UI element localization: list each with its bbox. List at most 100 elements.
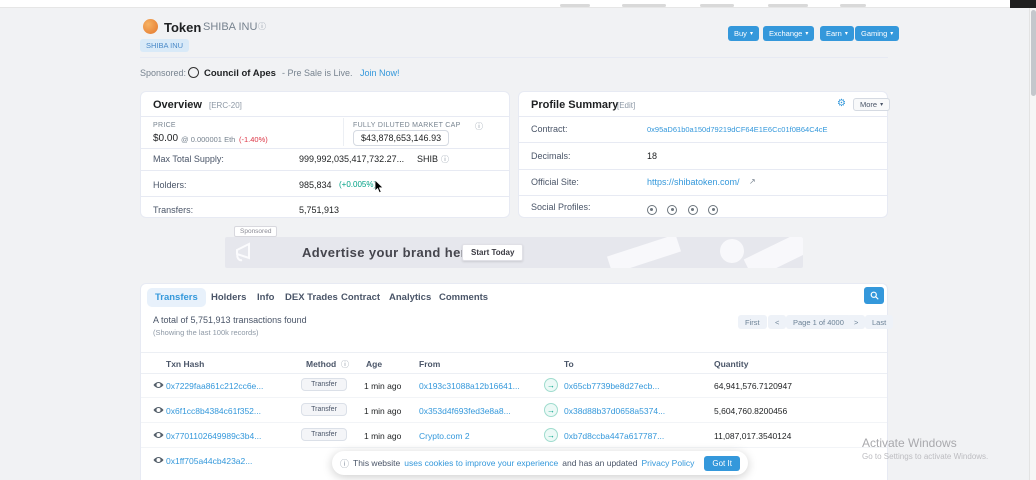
divider <box>343 118 344 146</box>
scrollbar-thumb[interactable] <box>1031 10 1036 96</box>
results-summary: A total of 5,751,913 transactions found <box>153 315 307 325</box>
method-badge: Transfer <box>301 428 347 441</box>
decimals-label: Decimals: <box>531 151 571 161</box>
price-value: $0.00 <box>153 133 178 144</box>
divider <box>519 142 887 143</box>
transfers-label: Transfers: <box>153 205 193 215</box>
holders-change: (+0.005%) <box>339 180 376 189</box>
to-address-link[interactable]: 0x38d88b37d0658a5374... <box>564 406 682 416</box>
tab-comments[interactable]: Comments <box>431 288 496 307</box>
divider <box>141 148 509 149</box>
to-address-link[interactable]: 0x65cb7739be8d27ecb... <box>564 381 682 391</box>
social-icon-1[interactable] <box>647 205 657 215</box>
social-icons-group <box>647 202 724 220</box>
transfers-value: 5,751,913 <box>299 205 339 215</box>
eye-icon[interactable] <box>153 431 164 439</box>
divider <box>141 196 509 197</box>
join-now-link[interactable]: Join Now! <box>360 68 400 78</box>
overview-title: Overview <box>153 99 202 111</box>
info-icon[interactable]: ⓘ <box>441 154 449 165</box>
ad-cta-button[interactable]: Start Today <box>462 244 523 261</box>
col-age[interactable]: Age <box>366 359 382 369</box>
tab-transfers[interactable]: Transfers <box>147 288 206 307</box>
cookie-link[interactable]: uses cookies to improve your experience <box>404 458 558 468</box>
from-address-link[interactable]: 0x353d4f693fed3e8a8... <box>419 406 537 416</box>
ad-banner[interactable]: Advertise your brand here! Start Today <box>225 237 803 268</box>
buy-button[interactable]: Buy ▾ <box>728 26 759 41</box>
chevron-down-icon: ▾ <box>805 30 808 37</box>
search-button[interactable] <box>864 287 884 304</box>
pagination-last[interactable]: Last <box>865 315 893 329</box>
method-badge: Transfer <box>301 378 347 391</box>
nav-remnant <box>840 4 866 7</box>
eye-icon[interactable] <box>153 381 164 389</box>
privacy-policy-link[interactable]: Privacy Policy <box>641 458 694 468</box>
age-value: 1 min ago <box>364 431 401 441</box>
more-button[interactable]: More ▾ <box>853 98 890 111</box>
info-icon: ⓘ <box>340 457 349 470</box>
exchange-button[interactable]: Exchange ▾ <box>763 26 814 41</box>
advertiser-name: Council of Apes <box>204 68 276 79</box>
from-address-link[interactable]: 0x193c31088a12b16641... <box>419 381 537 391</box>
social-icon-3[interactable] <box>688 205 698 215</box>
pagination-next[interactable]: > <box>847 315 865 329</box>
pagination-prev[interactable]: < <box>768 315 786 329</box>
buy-button-label: Buy <box>734 29 747 38</box>
divider <box>519 169 887 170</box>
direction-arrow-icon: → <box>544 378 558 392</box>
max-supply-label: Max Total Supply: <box>153 154 224 164</box>
quantity-value: 11,087,017.3540124 <box>714 431 791 441</box>
info-icon[interactable]: ⓘ <box>258 21 266 32</box>
to-address-link[interactable]: 0xb7d8ccba447a617787... <box>564 431 682 441</box>
gear-icon[interactable]: ⚙ <box>837 98 846 109</box>
holders-value: 985,834 <box>299 180 332 190</box>
col-from: From <box>419 359 440 369</box>
col-to: To <box>564 359 574 369</box>
eye-icon[interactable] <box>153 406 164 414</box>
header-divider <box>140 57 888 58</box>
got-it-button[interactable]: Got It <box>704 456 740 471</box>
contract-address-link[interactable]: 0x95aD61b0a150d79219dCF64E1E6Cc01f0B64C4… <box>647 125 879 134</box>
txn-hash-link[interactable]: 0x6f1cc8b4384c61f352... <box>166 406 284 416</box>
nav-remnant <box>560 4 590 7</box>
cookie-text-middle: and has an updated <box>562 458 637 468</box>
fdmc-value: $43,878,653,146.93 <box>353 130 449 146</box>
table-row: 0x7701102649989c3b4... Transfer 1 min ag… <box>141 423 887 448</box>
tab-contract[interactable]: Contract <box>333 288 388 307</box>
ad-decor-circle <box>720 239 744 263</box>
txn-hash-link[interactable]: 0x7229faa861c212cc6e... <box>166 381 284 391</box>
ad-headline: Advertise your brand here! <box>302 245 479 260</box>
txn-hash-link[interactable]: 0x1ff705a44cb423a2... <box>166 456 284 466</box>
token-logo <box>143 19 158 34</box>
earn-button-label: Earn <box>826 29 842 38</box>
nav-remnant <box>622 4 666 7</box>
search-icon <box>870 291 879 300</box>
info-icon[interactable]: ⓘ <box>341 359 349 370</box>
gaming-button[interactable]: Gaming ▾ <box>855 26 899 41</box>
page-scrollbar[interactable] <box>1029 8 1036 480</box>
ad-decor-shape <box>744 237 803 268</box>
chevron-down-icon: ▾ <box>890 30 893 37</box>
social-icon-4[interactable] <box>708 205 718 215</box>
gaming-button-label: Gaming <box>861 29 887 38</box>
from-address-link[interactable]: Crypto.com 2 <box>419 431 537 441</box>
mouse-cursor <box>374 180 385 194</box>
txn-hash-link[interactable]: 0x7701102649989c3b4... <box>166 431 284 441</box>
eye-icon[interactable] <box>153 456 164 464</box>
info-icon[interactable]: ⓘ <box>475 121 483 132</box>
profile-edit-badge[interactable]: [Edit] <box>617 101 635 110</box>
max-supply-value: 999,992,035,417,732.27... <box>299 154 404 164</box>
nav-remnant <box>700 4 734 7</box>
nav-remnant <box>768 4 808 7</box>
tab-holders[interactable]: Holders <box>203 288 254 307</box>
pagination-first[interactable]: First <box>738 315 767 329</box>
earn-button[interactable]: Earn ▾ <box>820 26 854 41</box>
activate-windows-watermark: Activate Windows <box>862 436 957 450</box>
social-profiles-label: Social Profiles: <box>531 202 591 212</box>
divider <box>519 195 887 196</box>
quantity-value: 64,941,576.7120947 <box>714 381 792 391</box>
official-site-link[interactable]: https://shibatoken.com/ <box>647 177 740 187</box>
divider <box>141 170 509 171</box>
social-icon-2[interactable] <box>667 205 677 215</box>
direction-arrow-icon: → <box>544 428 558 442</box>
